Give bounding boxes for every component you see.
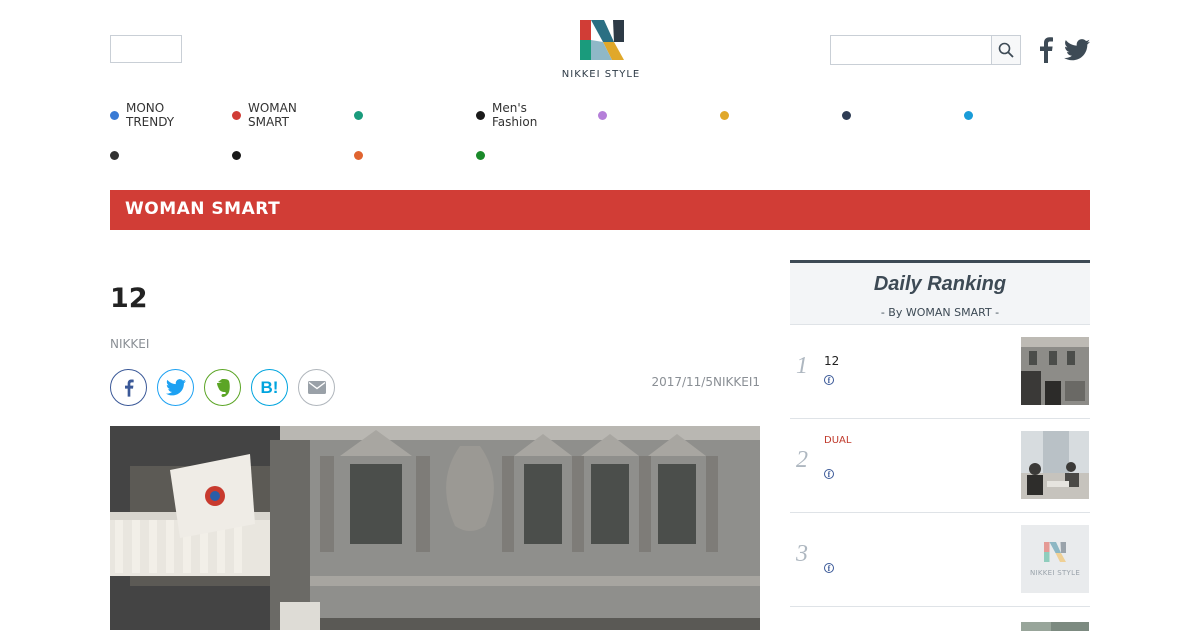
category-dot-icon bbox=[476, 110, 485, 120]
ranking-tag: DUAL bbox=[824, 435, 852, 446]
category-nav-item[interactable] bbox=[598, 100, 708, 130]
ranking-item[interactable]: 2 DUAL f bbox=[790, 418, 1090, 512]
share-hatena-button[interactable]: B! bbox=[251, 369, 288, 406]
facebook-icon: f bbox=[824, 375, 834, 385]
logo-text: NIKKEI STYLE bbox=[561, 69, 641, 80]
article-date: 2017/11/5NIKKEI1 bbox=[651, 375, 760, 389]
search-box bbox=[830, 35, 1021, 65]
ranking-thumbnail bbox=[1021, 431, 1089, 499]
facebook-icon[interactable] bbox=[1037, 37, 1055, 63]
search-icon bbox=[998, 42, 1014, 58]
ranking-thumbnail-placeholder: NIKKEI STYLE bbox=[1021, 525, 1089, 593]
article-hero-image bbox=[110, 426, 760, 630]
header-left-box[interactable] bbox=[110, 35, 182, 63]
category-dot-icon bbox=[598, 110, 607, 120]
share-facebook-button[interactable] bbox=[110, 369, 147, 406]
category-nav-item[interactable] bbox=[720, 100, 830, 130]
ranking-number: 1 bbox=[796, 353, 808, 379]
ranking-item[interactable]: 1 12 f bbox=[790, 324, 1090, 418]
category-dot-icon bbox=[476, 150, 485, 160]
mail-icon bbox=[307, 381, 326, 394]
category-nav-item[interactable] bbox=[842, 100, 952, 130]
category-label: WOMAN SMART bbox=[248, 101, 297, 129]
ranking-number: 2 bbox=[796, 447, 808, 473]
twitter-icon bbox=[165, 379, 186, 396]
section-title: WOMAN SMART bbox=[125, 199, 281, 219]
share-evernote-button[interactable] bbox=[204, 369, 241, 406]
category-dot-icon bbox=[354, 110, 363, 120]
category-nav-item[interactable]: Men's Fashion bbox=[476, 100, 586, 130]
search-button[interactable] bbox=[991, 35, 1021, 65]
section-banner[interactable]: WOMAN SMART bbox=[110, 190, 1090, 230]
category-dot-icon bbox=[964, 110, 973, 120]
category-nav-item[interactable]: MONO TRENDY bbox=[110, 100, 220, 130]
twitter-icon[interactable] bbox=[1064, 39, 1090, 61]
ranking-subtitle: - By WOMAN SMART - bbox=[880, 306, 1000, 319]
category-nav-item[interactable] bbox=[232, 140, 342, 170]
ranking-item[interactable] bbox=[790, 606, 1090, 631]
nikkei-style-logo bbox=[1044, 542, 1066, 562]
ranking-thumbnail bbox=[1021, 619, 1089, 631]
article-author: NIKKEI bbox=[110, 337, 150, 351]
logo-n-icon bbox=[580, 20, 624, 60]
ranking-number: 3 bbox=[796, 541, 808, 567]
category-label: Men's Fashion bbox=[492, 101, 538, 129]
hatena-bookmark-icon: B! bbox=[260, 377, 279, 397]
ranking-thumbnail bbox=[1021, 337, 1089, 405]
ranking-title: Daily Ranking bbox=[873, 273, 1007, 295]
share-twitter-button[interactable] bbox=[157, 369, 194, 406]
facebook-icon: f bbox=[824, 563, 834, 573]
thumb-logo-text: NIKKEI STYLE bbox=[1029, 569, 1081, 577]
search-input[interactable] bbox=[830, 35, 992, 65]
category-label: MONO TRENDY bbox=[126, 101, 175, 129]
evernote-icon bbox=[216, 378, 230, 397]
facebook-icon: f bbox=[824, 469, 834, 479]
category-dot-icon bbox=[110, 110, 119, 120]
share-mail-button[interactable] bbox=[298, 369, 335, 406]
category-nav-item[interactable] bbox=[110, 140, 220, 170]
category-dot-icon bbox=[720, 110, 729, 120]
ranking-text: 12 bbox=[824, 354, 840, 368]
daily-ranking: Daily Ranking - By WOMAN SMART - 1 12 f … bbox=[790, 260, 1090, 631]
category-dot-icon bbox=[110, 150, 119, 160]
category-dot-icon bbox=[232, 150, 241, 160]
category-nav-item[interactable]: WOMAN SMART bbox=[232, 100, 342, 130]
facebook-icon bbox=[124, 378, 134, 397]
category-nav-item[interactable] bbox=[476, 140, 586, 170]
category-dot-icon bbox=[232, 110, 241, 120]
category-dot-icon bbox=[354, 150, 363, 160]
ranking-item[interactable]: 3 f NIKKEI STYLE bbox=[790, 512, 1090, 606]
category-nav-item[interactable] bbox=[354, 100, 464, 130]
category-nav-item[interactable] bbox=[964, 100, 1074, 130]
article-title: 12 bbox=[110, 283, 148, 314]
ranking-header: Daily Ranking - By WOMAN SMART - bbox=[790, 260, 1090, 324]
category-nav-item[interactable] bbox=[354, 140, 464, 170]
category-dot-icon bbox=[842, 110, 851, 120]
